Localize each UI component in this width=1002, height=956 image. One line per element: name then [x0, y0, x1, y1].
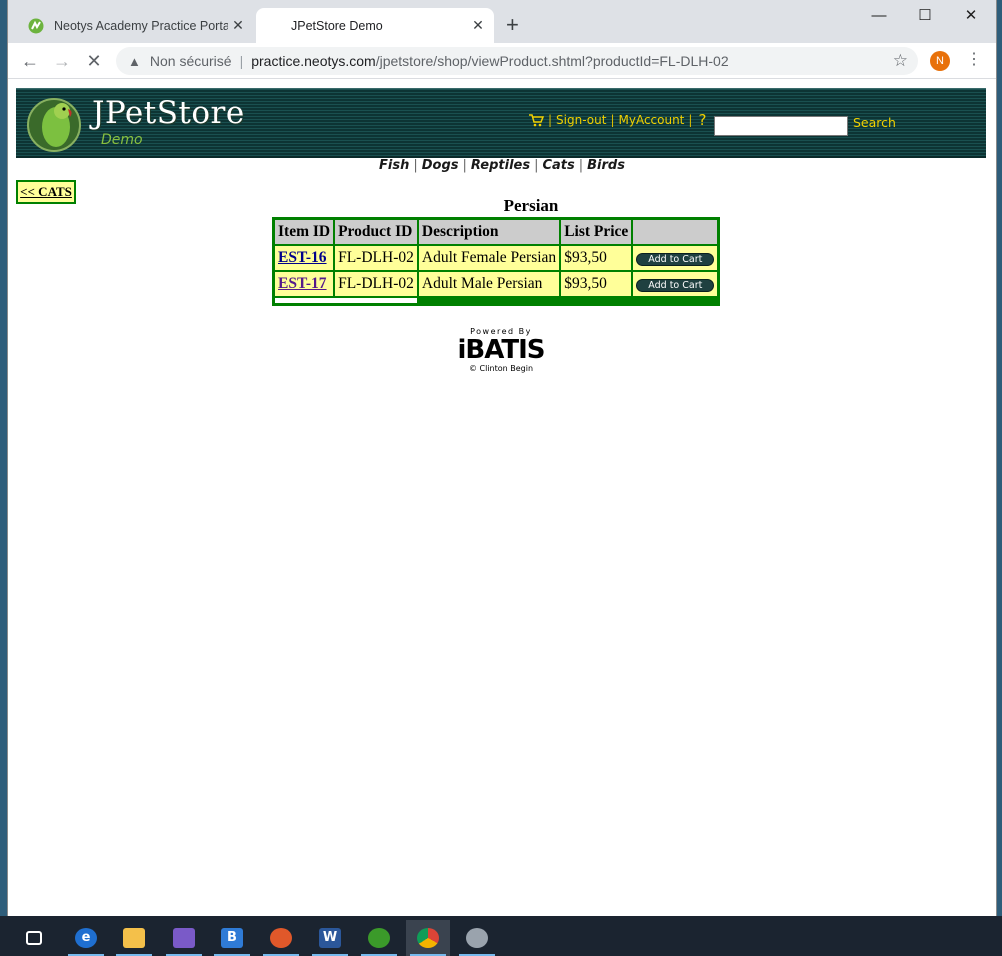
desktop-background-left — [0, 0, 8, 916]
my-account-link[interactable]: MyAccount — [618, 113, 684, 127]
browser-toolbar: ← → ✕ ▲ Non sécurisé | practice.neotys.c… — [8, 43, 996, 79]
tab-jpetstore[interactable]: JPetStore Demo ✕ — [256, 8, 494, 43]
back-to-category-link[interactable]: << CATS — [16, 180, 76, 204]
close-window-button[interactable]: ✕ — [948, 4, 994, 28]
chrome-icon[interactable] — [406, 920, 450, 956]
tab-title: Neotys Academy Practice Portal — [54, 18, 228, 33]
forward-arrow-icon[interactable]: → — [50, 49, 74, 73]
column-header: Product ID — [334, 219, 418, 245]
divider: | — [610, 113, 615, 127]
file-explorer-icon[interactable] — [112, 920, 156, 956]
copyright-text: © Clinton Begin — [468, 364, 534, 373]
back-arrow-icon[interactable]: ← — [18, 49, 42, 73]
url-host: practice.neotys.com — [251, 53, 376, 69]
maximize-button[interactable]: ☐ — [902, 4, 948, 28]
price-cell: $93,50 — [560, 245, 633, 271]
header-links: | Sign-out | MyAccount | ? — [528, 111, 706, 129]
table-row: EST-16 FL-DLH-02 Adult Female Persian $9… — [274, 245, 719, 271]
table-footer-row — [274, 297, 719, 304]
tab-title: JPetStore Demo — [291, 18, 383, 33]
logo-subtitle: Demo — [101, 132, 143, 148]
url-divider: | — [239, 53, 244, 69]
browser-window: Neotys Academy Practice Portal ✕ JPetSto… — [8, 0, 996, 916]
category-dogs-link[interactable]: Dogs — [422, 158, 459, 173]
cart-icon[interactable] — [528, 113, 544, 127]
tab-strip: Neotys Academy Practice Portal ✕ JPetSto… — [8, 0, 996, 43]
parrot-logo-icon[interactable] — [26, 93, 82, 153]
warning-icon[interactable]: ▲ — [128, 54, 141, 69]
items-table: Item ID Product ID Description List Pric… — [272, 217, 721, 306]
price-cell: $93,50 — [560, 271, 633, 297]
column-header — [632, 219, 719, 245]
description-cell: Adult Female Persian — [417, 245, 561, 271]
product-id-cell: FL-DLH-02 — [334, 271, 418, 297]
column-header: Item ID — [274, 219, 335, 245]
column-header: List Price — [560, 219, 633, 245]
logo-title[interactable]: JPetStore — [92, 95, 245, 131]
category-reptiles-link[interactable]: Reptiles — [471, 158, 530, 173]
action-cell: Add to Cart — [632, 245, 719, 271]
jpetstore-banner: JPetStore Demo | Sign-out | MyAccount | … — [16, 88, 986, 158]
tab-close-icon[interactable]: ✕ — [468, 17, 488, 34]
page-viewport: JPetStore Demo | Sign-out | MyAccount | … — [8, 80, 996, 916]
address-bar[interactable]: ▲ Non sécurisé | practice.neotys.com/jpe… — [116, 47, 918, 75]
divider: | — [578, 158, 584, 173]
search-input[interactable] — [714, 116, 848, 136]
snipping-tool-icon[interactable] — [162, 920, 206, 956]
task-view-icon[interactable] — [12, 920, 56, 956]
neoload-icon[interactable] — [357, 920, 401, 956]
search-button[interactable]: Search — [853, 115, 896, 130]
profile-avatar[interactable]: N — [930, 51, 950, 71]
desktop-background-right — [996, 0, 1002, 916]
divider: | — [534, 158, 539, 173]
security-status[interactable]: Non sécurisé — [150, 53, 232, 69]
product-id-cell: FL-DLH-02 — [334, 245, 418, 271]
sign-out-link[interactable]: Sign-out — [556, 113, 606, 127]
description-cell: Adult Male Persian — [417, 271, 561, 297]
neotys-favicon-icon — [28, 18, 44, 34]
divider: | — [688, 113, 693, 127]
windows-taskbar: e B W — [0, 916, 1002, 956]
divider: | — [548, 113, 553, 127]
footer-cell — [274, 297, 418, 304]
divider: | — [413, 158, 418, 173]
edge-icon[interactable]: e — [64, 920, 108, 956]
tab-close-icon[interactable]: ✕ — [228, 17, 248, 34]
word-icon[interactable]: W — [308, 920, 352, 956]
firefox-icon[interactable] — [259, 920, 303, 956]
ibatis-brand: iBATIS — [457, 335, 546, 365]
new-tab-button[interactable]: + — [506, 14, 519, 36]
category-cats-link[interactable]: Cats — [542, 158, 574, 173]
help-icon[interactable]: ? — [698, 111, 706, 129]
item-id-link[interactable]: EST-16 — [274, 245, 335, 271]
stop-loading-icon[interactable]: ✕ — [82, 49, 106, 73]
action-cell: Add to Cart — [632, 271, 719, 297]
menu-kebab-icon[interactable]: ⋮ — [966, 49, 982, 69]
add-to-cart-button[interactable]: Add to Cart — [636, 279, 715, 292]
product-title: Persian — [503, 196, 559, 215]
footer-cell — [417, 297, 719, 304]
item-id-link[interactable]: EST-17 — [274, 271, 335, 297]
tab-neotys-academy[interactable]: Neotys Academy Practice Portal ✕ — [18, 8, 254, 43]
add-to-cart-button[interactable]: Add to Cart — [636, 253, 715, 266]
url-path: /jpetstore/shop/viewProduct.shtml?produc… — [375, 53, 729, 69]
divider: | — [462, 158, 467, 173]
column-header: Description — [417, 219, 561, 245]
category-fish-link[interactable]: Fish — [379, 158, 409, 173]
disk-utility-icon[interactable] — [455, 920, 499, 956]
category-birds-link[interactable]: Birds — [587, 158, 625, 173]
minimize-button[interactable]: — — [856, 4, 902, 28]
category-navigation: Fish | Dogs | Reptiles | Cats | Birds — [8, 158, 996, 173]
bookmark-star-icon[interactable]: ☆ — [893, 51, 908, 71]
bi-app-icon[interactable]: B — [210, 920, 254, 956]
table-row: EST-17 FL-DLH-02 Adult Male Persian $93,… — [274, 271, 719, 297]
table-header-row: Item ID Product ID Description List Pric… — [274, 219, 719, 245]
ibatis-logo[interactable]: Powered By iBATIS © Clinton Begin — [446, 327, 556, 383]
